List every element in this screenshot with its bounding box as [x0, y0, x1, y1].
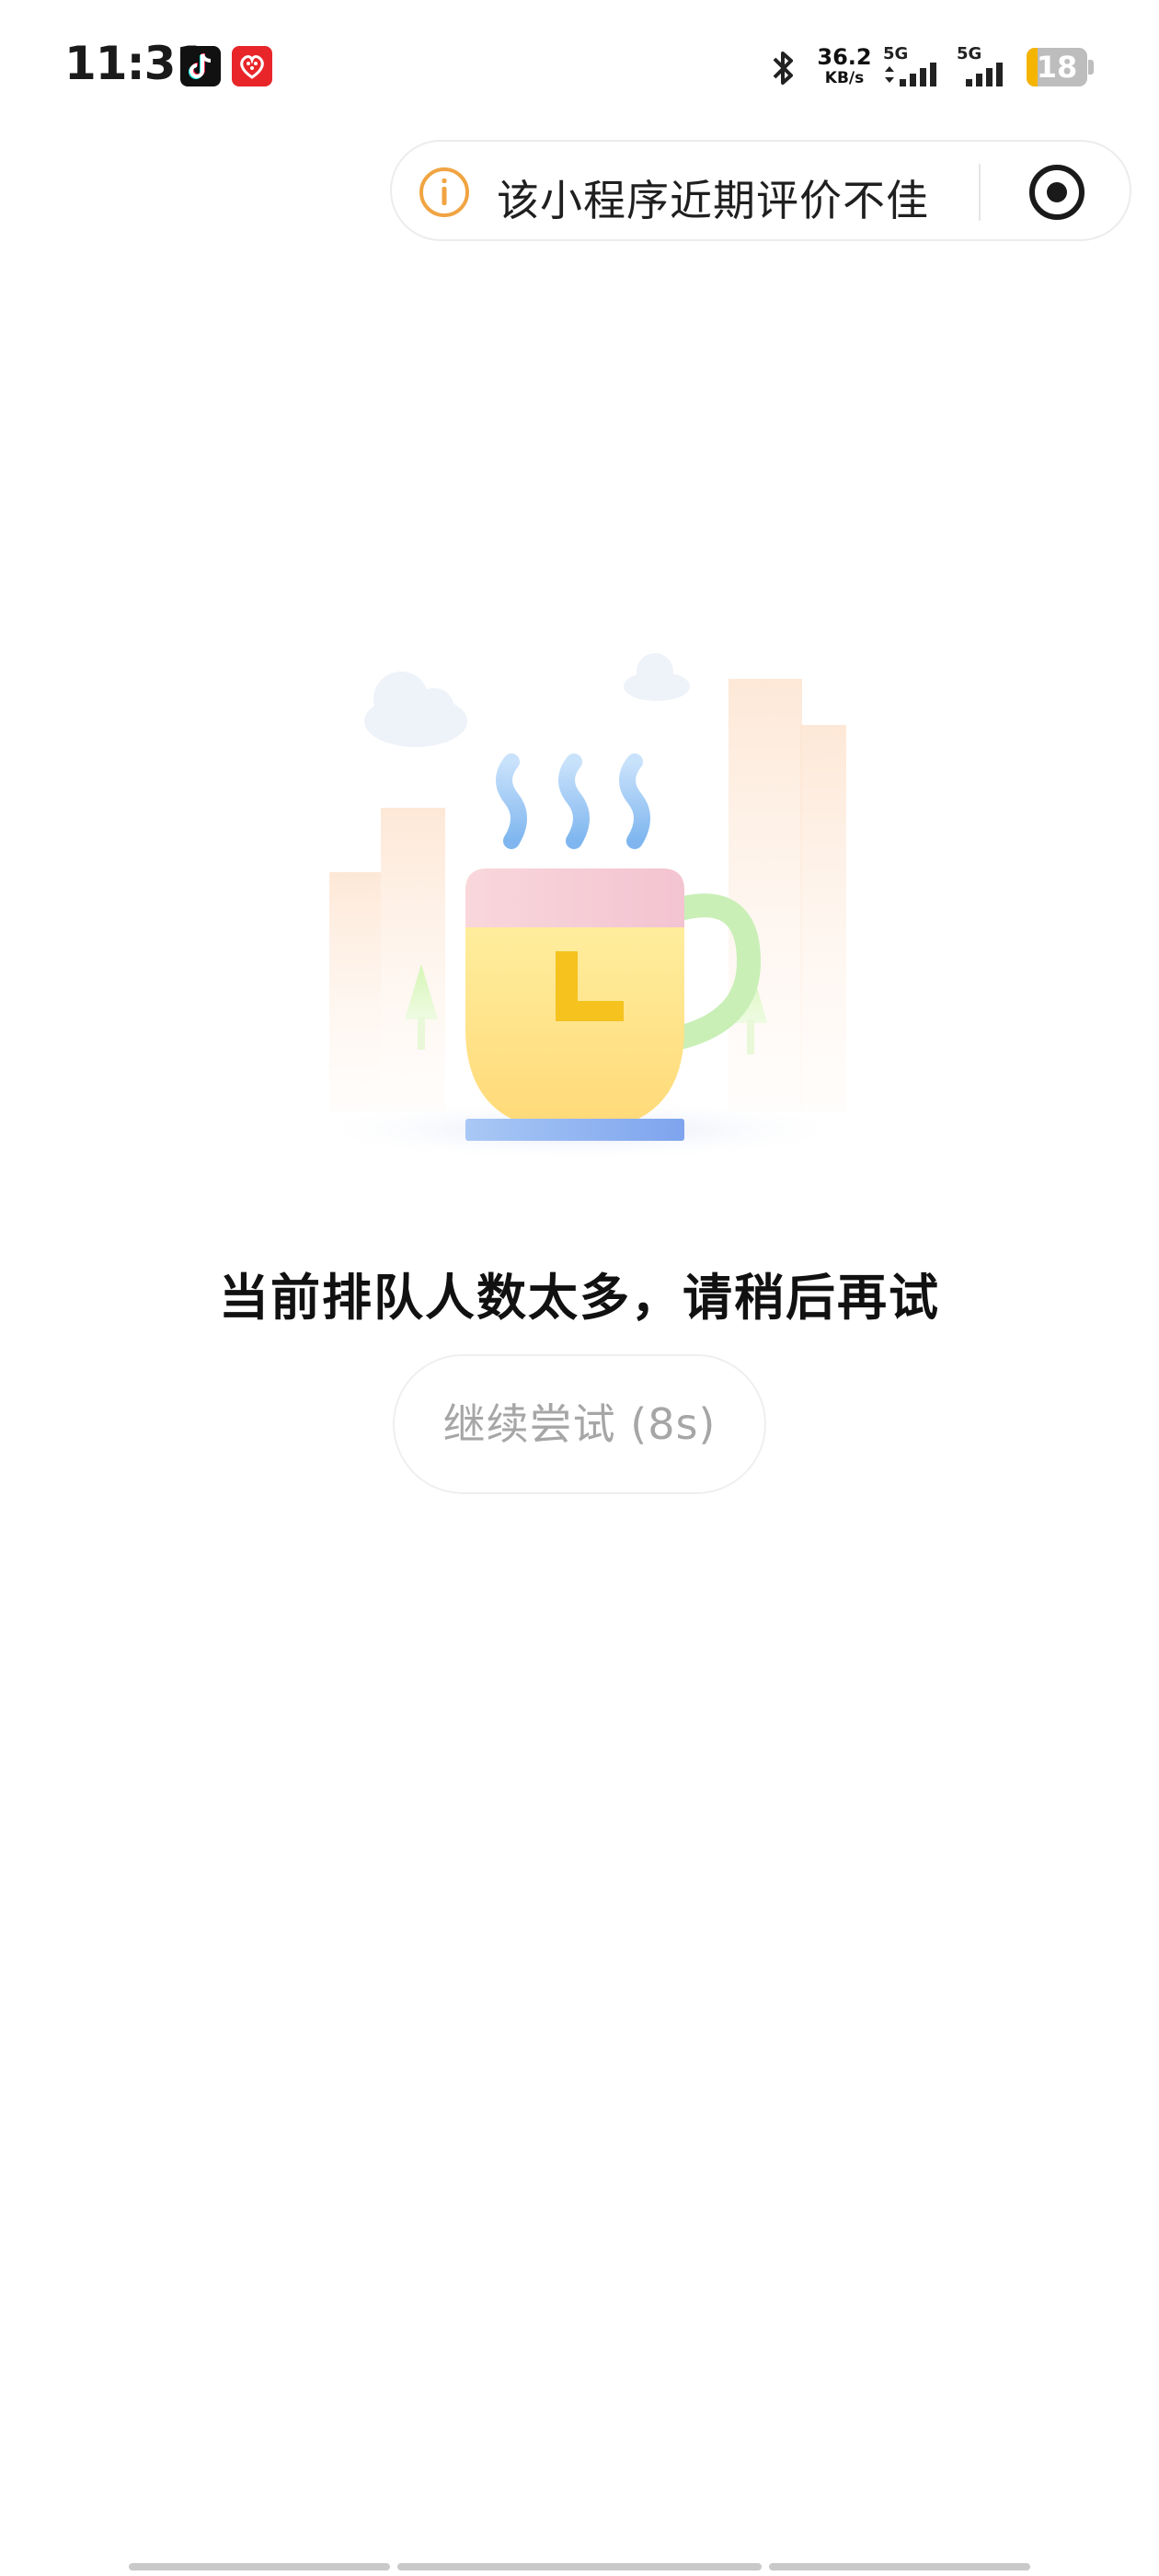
queue-message: 当前排队人数太多，请稍后再试: [219, 1269, 940, 1327]
gesture-bar-left[interactable]: [129, 2563, 390, 2570]
battery-icon: 18: [1027, 48, 1094, 86]
network-speed-unit: KB/s: [824, 69, 865, 87]
signal1-label: 5G: [883, 44, 908, 63]
signal2-label: 5G: [957, 44, 981, 63]
battery-level: 18: [1036, 50, 1078, 85]
capsule-divider: [979, 164, 981, 221]
retry-button[interactable]: 继续尝试 (8s): [393, 1354, 766, 1494]
info-icon: [418, 166, 471, 219]
cup-letter: L: [313, 644, 314, 645]
status-bar: 11:31 36.2 KB/s 5G 5G 18: [0, 0, 1159, 138]
bluetooth-icon: [765, 46, 802, 90]
rating-notice-capsule[interactable]: 该小程序近期评价不佳: [390, 140, 1131, 241]
gesture-bar-right[interactable]: [769, 2563, 1030, 2570]
tiktok-icon: [180, 46, 221, 86]
network-speed-value: 36.2: [817, 44, 872, 70]
target-close-icon[interactable]: [1027, 162, 1087, 223]
signal-icon: 5G: [881, 44, 947, 90]
gesture-bar-center[interactable]: [397, 2563, 762, 2570]
red-app-icon: [232, 46, 272, 86]
signal-icon-2: 5G: [955, 44, 1021, 90]
notice-text: 该小程序近期评价不佳: [497, 176, 929, 225]
network-speed: 36.2 KB/s: [817, 46, 872, 86]
coffee-cup-illustration: L: [304, 644, 855, 1187]
